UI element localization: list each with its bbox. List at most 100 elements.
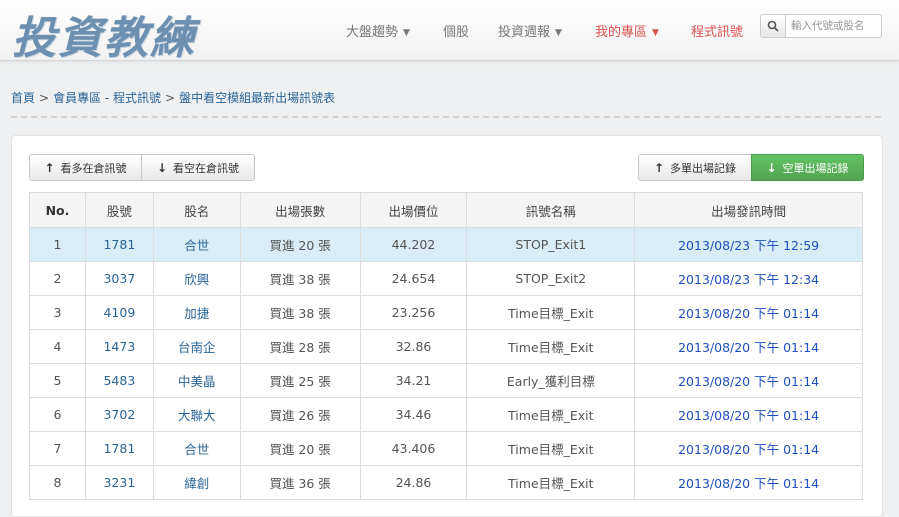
long-position-button[interactable]: ↑ 看多在倉訊號 [29, 154, 142, 181]
cell-exit-quantity: 買進 38 張 [239, 295, 361, 330]
table-row[interactable]: 5 5483 中美晶 買進 25 張 34.21 Early_獲利目標 2013… [29, 363, 863, 398]
breadcrumb: 首頁 > 會員專區 - 程式訊號 > 盤中看空模組最新出場訊號表 [11, 89, 335, 106]
short-position-label: 看空在倉訊號 [173, 161, 240, 175]
cell-exit-quantity: 買進 28 張 [239, 329, 361, 364]
nav-weekly-report-label: 投資週報 [498, 25, 551, 40]
cell-stock-code[interactable]: 5483 [84, 363, 154, 398]
dashed-divider [11, 116, 881, 118]
cell-exit-quantity: 買進 26 張 [239, 397, 361, 432]
table-row[interactable]: 8 3231 緯創 買進 36 張 24.86 Time目標_Exit 2013… [29, 465, 863, 500]
table-row[interactable]: 3 4109 加捷 買進 38 張 23.256 Time目標_Exit 201… [29, 295, 863, 330]
nav-program-signals-label: 程式訊號 [691, 25, 744, 40]
table-row[interactable]: 6 3702 大聯大 買進 26 張 34.46 Time目標_Exit 201… [29, 397, 863, 432]
cell-stock-code[interactable]: 4109 [84, 295, 154, 330]
exit-signals-table: No. 股號 股名 出場張數 出場價位 訊號名稱 出場發訊時間 1 1781 合… [29, 192, 863, 500]
cell-no: 3 [29, 295, 86, 330]
cell-exit-price: 34.21 [359, 363, 468, 398]
nav-program-signals[interactable]: 程式訊號 [691, 21, 743, 40]
cell-signal-name: Time目標_Exit [466, 431, 636, 466]
cell-stock-code[interactable]: 1781 [84, 431, 154, 466]
table-row[interactable]: 2 3037 欣興 買進 38 張 24.654 STOP_Exit2 2013… [29, 261, 863, 296]
cell-exit-price: 24.654 [359, 261, 468, 296]
nav-market-trend-label: 大盤趨勢 [346, 25, 399, 40]
cell-stock-name[interactable]: 中美晶 [152, 363, 241, 398]
arrow-down-icon: ↓ [766, 160, 777, 175]
search-button[interactable] [761, 15, 786, 37]
cell-exit-time: 2013/08/23 下午 12:59 [634, 227, 863, 262]
arrow-up-icon: ↑ [653, 160, 665, 175]
cell-no: 2 [29, 261, 86, 296]
cell-exit-quantity: 買進 20 張 [239, 227, 361, 262]
cell-exit-time: 2013/08/20 下午 01:14 [634, 397, 863, 432]
cell-stock-code[interactable]: 3231 [84, 465, 154, 500]
cell-stock-name[interactable]: 大聯大 [152, 397, 241, 432]
cell-exit-quantity: 買進 38 張 [239, 261, 361, 296]
breadcrumb-separator: > [39, 91, 50, 105]
header-stock-code: 股號 [84, 192, 154, 228]
cell-no: 8 [29, 465, 86, 500]
cell-exit-price: 34.46 [359, 397, 468, 432]
header-exit-price: 出場價位 [359, 192, 468, 228]
cell-signal-name: Early_獲利目標 [466, 363, 636, 398]
cell-exit-quantity: 買進 20 張 [239, 431, 361, 466]
cell-stock-code[interactable]: 1473 [84, 329, 154, 364]
cell-exit-time: 2013/08/20 下午 01:14 [634, 363, 863, 398]
cell-stock-code[interactable]: 1781 [84, 227, 154, 262]
cell-stock-name[interactable]: 合世 [152, 227, 241, 262]
cell-stock-name[interactable]: 台南企 [152, 329, 241, 364]
header-exit-time: 出場發訊時間 [634, 192, 863, 228]
table-row[interactable]: 1 1781 合世 買進 20 張 44.202 STOP_Exit1 2013… [29, 227, 863, 262]
table-row[interactable]: 4 1473 台南企 買進 28 張 32.86 Time目標_Exit 201… [29, 329, 863, 364]
cell-exit-time: 2013/08/23 下午 12:34 [634, 261, 863, 296]
nav-stocks-label: 個股 [443, 25, 470, 40]
table-row[interactable]: 7 1781 合世 買進 20 張 43.406 Time目標_Exit 201… [29, 431, 863, 466]
cell-stock-code[interactable]: 3702 [84, 397, 154, 432]
site-logo[interactable]: 投資教練 [12, 2, 196, 66]
cell-no: 5 [29, 363, 86, 398]
cell-signal-name: STOP_Exit2 [466, 261, 636, 296]
caret-down-icon: ▼ [652, 28, 659, 38]
cell-stock-name[interactable]: 加捷 [152, 295, 241, 330]
cell-exit-time: 2013/08/20 下午 01:14 [634, 431, 863, 466]
cell-no: 6 [29, 397, 86, 432]
cell-signal-name: Time目標_Exit [466, 465, 636, 500]
cell-signal-name: Time目標_Exit [466, 329, 636, 364]
cell-stock-name[interactable]: 合世 [152, 431, 241, 466]
short-position-button[interactable]: ↓ 看空在倉訊號 [141, 154, 255, 181]
breadcrumb-home[interactable]: 首頁 [11, 91, 35, 105]
cell-signal-name: Time目標_Exit [466, 397, 636, 432]
breadcrumb-current: 盤中看空模組最新出場訊號表 [179, 91, 336, 105]
long-exit-label: 多單出場記錄 [670, 161, 737, 175]
cell-signal-name: STOP_Exit1 [466, 227, 636, 262]
content-panel: ↑ 看多在倉訊號 ↓ 看空在倉訊號 ↑ 多單出場記錄 ↓ 空單出場記錄 No. 股號 股… [11, 135, 883, 517]
cell-no: 1 [29, 227, 86, 262]
nav-weekly-report[interactable]: 投資週報 ▼ [498, 21, 562, 40]
cell-exit-price: 44.202 [359, 227, 468, 262]
cell-exit-quantity: 買進 25 張 [239, 363, 361, 398]
search-icon [767, 20, 779, 32]
cell-no: 4 [29, 329, 86, 364]
cell-exit-price: 23.256 [359, 295, 468, 330]
header-exit-quantity: 出場張數 [239, 192, 361, 228]
cell-exit-time: 2013/08/20 下午 01:14 [634, 329, 863, 364]
top-navbar: 投資教練 大盤趨勢 ▼ 個股 投資週報 ▼ 我的專區 ▼ 程式訊號 [0, 0, 899, 64]
short-exit-label: 空單出場記錄 [782, 161, 849, 175]
cell-stock-code[interactable]: 3037 [84, 261, 154, 296]
breadcrumb-member-signals[interactable]: 會員專區 - 程式訊號 [53, 91, 161, 105]
cell-exit-quantity: 買進 36 張 [239, 465, 361, 500]
nav-my-area[interactable]: 我的專區 ▼ [595, 21, 659, 40]
long-exit-button[interactable]: ↑ 多單出場記錄 [638, 154, 752, 181]
cell-exit-price: 24.86 [359, 465, 468, 500]
cell-stock-name[interactable]: 欣興 [152, 261, 241, 296]
arrow-down-icon: ↓ [156, 160, 168, 175]
cell-stock-name[interactable]: 緯創 [152, 465, 241, 500]
header-signal-name: 訊號名稱 [466, 192, 636, 228]
search-input[interactable] [786, 15, 881, 37]
cell-exit-time: 2013/08/20 下午 01:14 [634, 465, 863, 500]
short-exit-button[interactable]: ↓ 空單出場記錄 [751, 154, 864, 181]
nav-stocks[interactable]: 個股 [443, 21, 469, 40]
nav-market-trend[interactable]: 大盤趨勢 ▼ [346, 21, 410, 40]
cell-exit-price: 32.86 [359, 329, 468, 364]
search-box [760, 14, 882, 38]
header-stock-name: 股名 [152, 192, 241, 228]
